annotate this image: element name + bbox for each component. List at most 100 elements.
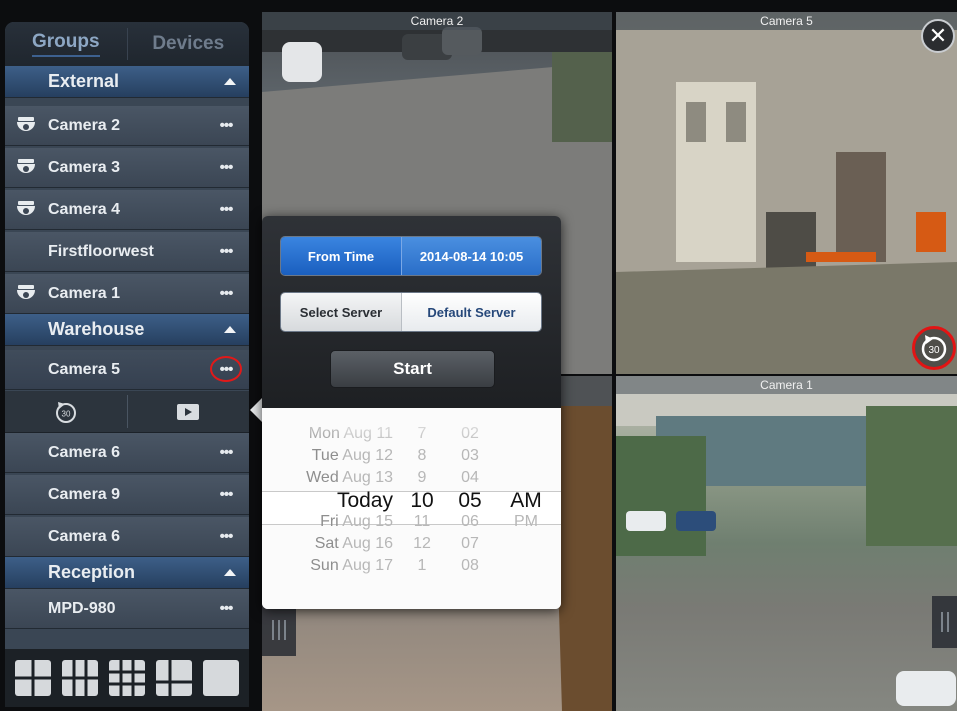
row-label: Camera 6 (48, 527, 121, 545)
picker-hour: 12 (413, 535, 431, 552)
picker-row[interactable]: Sat Aug 16 12 07 (262, 532, 561, 556)
playback-bar: 30 (5, 391, 249, 433)
picker-row[interactable]: Mon Aug 11 7 02 (262, 422, 561, 446)
picker-date-rest: Aug 16 (338, 535, 393, 552)
picker-date: Sat Aug 16 (315, 532, 393, 556)
row-label: Camera 3 (48, 158, 121, 176)
grab-handle-left[interactable] (262, 604, 296, 656)
picker-minute: 08 (461, 557, 479, 574)
more-options-icon[interactable]: ••• (213, 528, 239, 545)
camera-row[interactable]: Camera 6 ••• (5, 433, 249, 473)
layout-2x2-icon[interactable] (14, 660, 51, 696)
from-time-label[interactable]: From Time (281, 237, 401, 275)
layout-4x4-icon[interactable] (108, 660, 145, 696)
more-options-icon[interactable]: ••• (213, 600, 239, 617)
select-server-label[interactable]: Select Server (281, 293, 401, 331)
sidebar-tabs: Groups Devices (5, 22, 249, 66)
picker-day: Today (336, 489, 393, 512)
picker-day: Fri (320, 513, 339, 530)
camera-row[interactable]: Camera 3 ••• (5, 148, 249, 188)
picker-date-rest: Aug 11 (339, 425, 393, 442)
more-options-icon[interactable]: ••• (213, 444, 239, 461)
row-label: Firstfloorwest (48, 242, 154, 260)
close-button[interactable]: ✕ (921, 19, 955, 53)
group-header[interactable]: External (5, 66, 249, 98)
camera-row[interactable]: Firstfloorwest ••• (5, 232, 249, 272)
more-options-icon[interactable]: ••• (213, 201, 239, 218)
highlight-ring (210, 356, 242, 382)
more-options-icon[interactable]: ••• (213, 117, 239, 134)
more-options-icon[interactable]: ••• (213, 243, 239, 260)
picker-hour: 11 (413, 513, 431, 530)
camera-row[interactable]: Camera 5 ••• (5, 350, 249, 390)
feed-title: Camera 5 (616, 12, 957, 30)
date-time-picker[interactable]: Mon Aug 11 7 02 Tue Aug 12 8 03 Wed Aug 13 9 04 T… (262, 408, 561, 609)
start-button[interactable]: Start (330, 350, 495, 388)
row-label: Warehouse (48, 319, 145, 339)
group-header[interactable]: Reception (5, 557, 249, 589)
camera-row[interactable]: Camera 4 ••• (5, 190, 249, 230)
more-options-icon[interactable]: ••• (213, 486, 239, 503)
camera-row[interactable]: Camera 2 ••• (5, 106, 249, 146)
picker-date-rest: Aug 17 (338, 557, 393, 574)
picker-row[interactable]: Sun Aug 17 1 08 (262, 554, 561, 578)
picker-day: Wed (306, 469, 339, 486)
row-label: Camera 2 (48, 116, 121, 134)
popover-arrow (250, 398, 262, 422)
picker-date: Sun Aug 17 (310, 554, 393, 578)
row-label: Camera 6 (48, 443, 121, 461)
camera-1-feed[interactable]: Camera 1 (616, 376, 957, 711)
feed-title: Camera 1 (616, 376, 957, 394)
picker-hour: 1 (417, 557, 427, 574)
server-value[interactable]: Default Server (401, 293, 541, 331)
collapse-caret-icon[interactable] (224, 326, 236, 333)
more-options-icon[interactable]: ••• (213, 285, 239, 302)
collapse-caret-icon[interactable] (224, 569, 236, 576)
camera-row[interactable]: Camera 6 ••• (5, 517, 249, 557)
row-label: Camera 1 (48, 284, 121, 302)
row-label: Camera 9 (48, 485, 121, 503)
camera-row[interactable]: Camera 9 ••• (5, 475, 249, 515)
row-label: External (48, 71, 120, 91)
group-header[interactable]: Warehouse (5, 314, 249, 346)
picker-row[interactable]: Wed Aug 13 9 04 (262, 466, 561, 490)
picker-minute: 04 (461, 469, 479, 486)
playback-popover: From Time 2014-08-14 10:05 Select Server… (262, 216, 561, 609)
grid-lines (14, 660, 51, 696)
picker-hour: 9 (417, 469, 427, 486)
tab-devices[interactable]: Devices (128, 22, 250, 66)
picker-hour: 7 (417, 425, 427, 442)
sidebar: Groups Devices External Camera 2 ••• Camera… (5, 22, 249, 707)
camera-row[interactable]: Camera 1 ••• (5, 274, 249, 314)
picker-date: Mon Aug 11 (309, 422, 393, 446)
picker-row[interactable]: Tue Aug 12 8 03 (262, 444, 561, 468)
collapse-caret-icon[interactable] (224, 78, 236, 85)
server-control: Select Server Default Server (280, 292, 542, 332)
more-options-icon[interactable]: ••• (213, 159, 239, 176)
playback-button[interactable] (128, 391, 250, 432)
warehouse-scene (616, 30, 957, 374)
tab-groups[interactable]: Groups (5, 22, 127, 66)
layout-single-icon[interactable] (203, 660, 240, 696)
from-time-value[interactable]: 2014-08-14 10:05 (401, 237, 541, 275)
layout-3x3-icon[interactable] (61, 660, 98, 696)
feed-title: Camera 2 (262, 12, 612, 30)
svg-text:30: 30 (61, 409, 70, 418)
picker-date: Fri Aug 15 (320, 510, 393, 534)
camera-row[interactable]: MPD-980 ••• (5, 589, 249, 629)
row-label: Reception (48, 562, 136, 582)
rewind-30-button[interactable]: 30 (5, 391, 127, 432)
layout-1-plus-icon[interactable] (156, 660, 193, 696)
dome-camera-icon (17, 159, 35, 173)
picker-date: Wed Aug 13 (306, 466, 393, 490)
skip-back-30-button[interactable]: 30 (912, 326, 956, 370)
grid-lines (108, 660, 145, 696)
picker-row[interactable]: Fri Aug 15 11 06 PM (262, 510, 561, 534)
picker-date-rest: Aug 15 (338, 513, 393, 530)
picker-minute: 06 (461, 513, 479, 530)
grab-handle-right[interactable] (932, 596, 957, 648)
picker-minute: 03 (461, 447, 479, 464)
camera-5-feed[interactable]: Camera 5 (616, 12, 957, 374)
grid-lines (61, 660, 98, 696)
rewind-30-icon: 30 (921, 335, 947, 362)
